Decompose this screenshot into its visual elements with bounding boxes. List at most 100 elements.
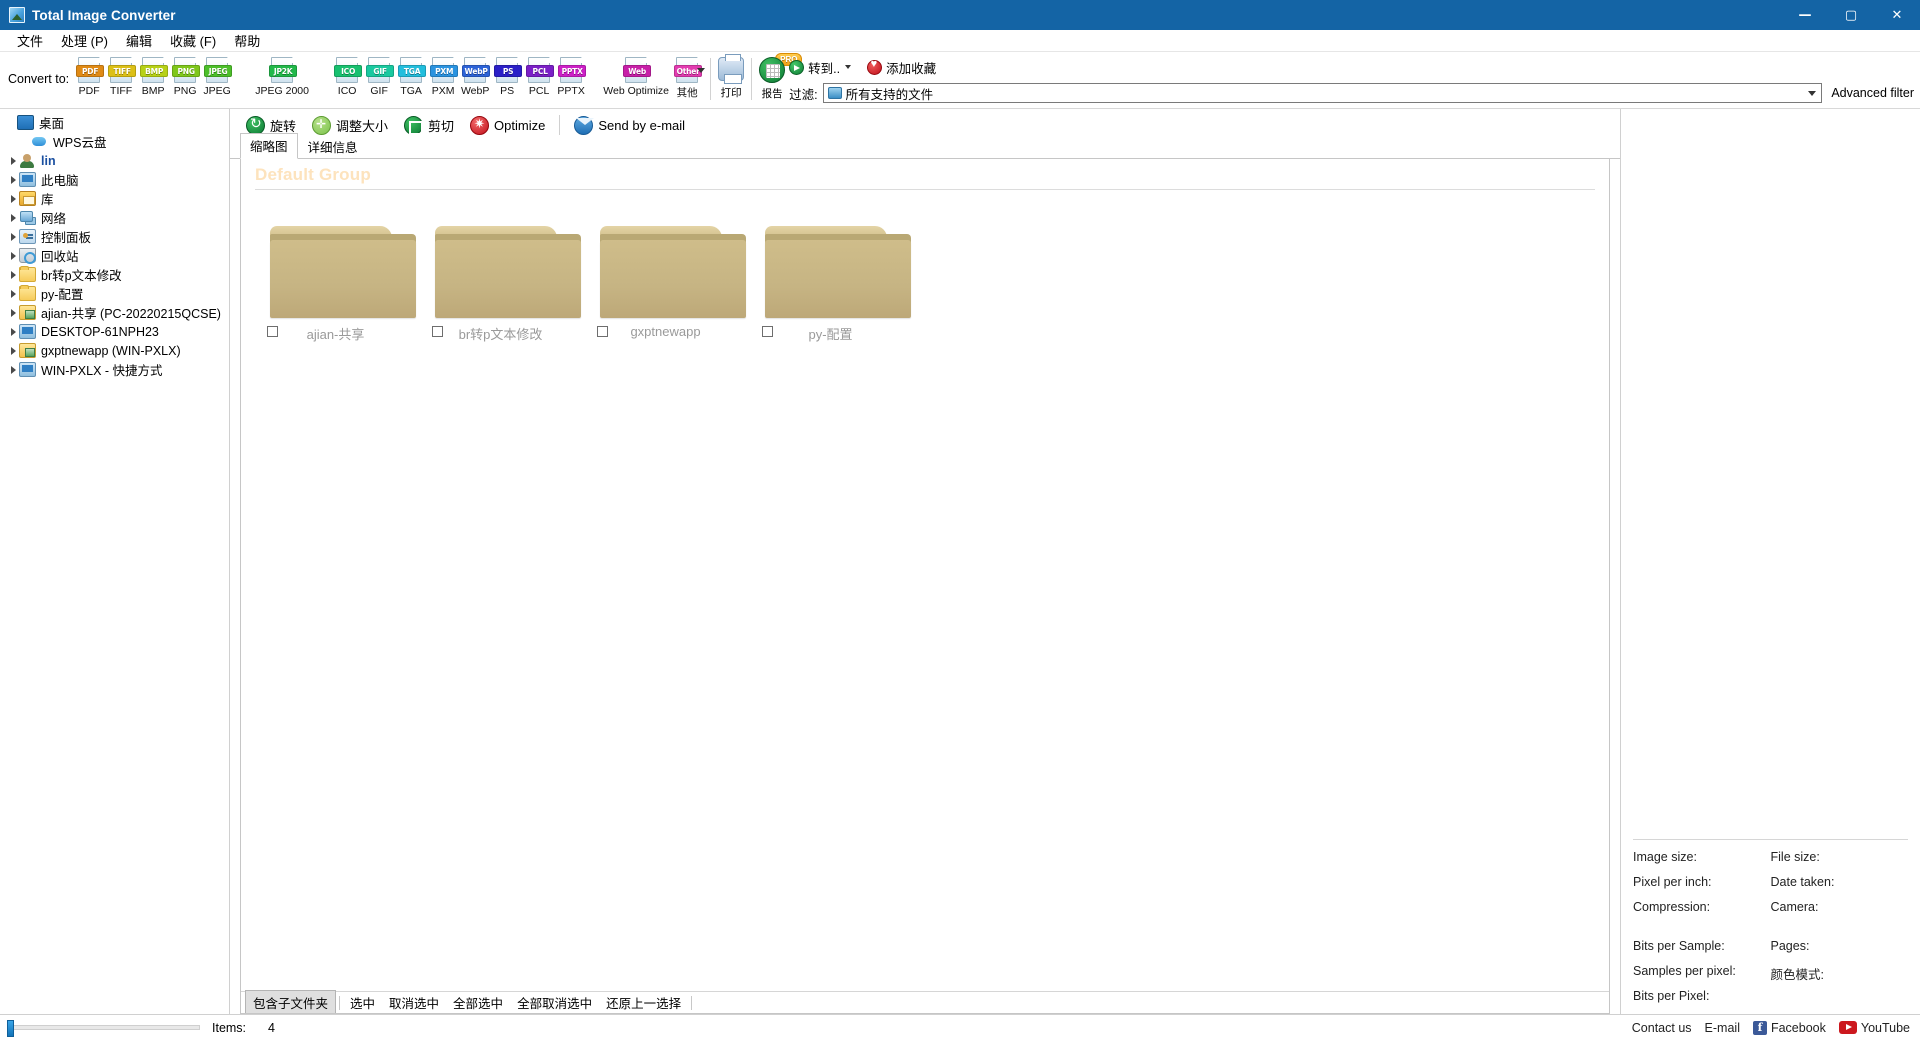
print-button[interactable]: 打印	[718, 57, 744, 100]
goto-label[interactable]: 转到..	[808, 58, 840, 77]
tab-details[interactable]: 详细信息	[298, 134, 368, 159]
chevron-down-icon[interactable]	[845, 65, 851, 69]
expander-icon[interactable]	[8, 195, 19, 203]
deselect-button[interactable]: 取消选中	[382, 991, 446, 1014]
format-button-pptx[interactable]: PPTX PPTX	[556, 57, 586, 97]
format-button-jpeg[interactable]: JPEG JPEG	[202, 57, 232, 97]
format-button-pxm[interactable]: PXM PXM	[428, 57, 458, 97]
email-link[interactable]: E-mail	[1705, 1021, 1740, 1035]
network-icon	[19, 210, 36, 225]
progress-slider[interactable]	[0, 1025, 200, 1030]
close-button[interactable]: ✕	[1874, 0, 1920, 30]
format-button-webp[interactable]: WebP WebP	[460, 57, 490, 97]
file-list-pane[interactable]: Default Group ajian-共享 br转p文本修改	[240, 159, 1610, 1014]
format-button-jpeg2000[interactable]: JP2K JPEG 2000	[248, 57, 316, 97]
chevron-down-icon[interactable]	[697, 68, 705, 73]
chevron-down-icon[interactable]	[1808, 91, 1816, 96]
sidebar-item-desktop-61nph23[interactable]: DESKTOP-61NPH23	[0, 322, 229, 341]
thumbnail-item[interactable]: gxptnewapp	[583, 204, 748, 354]
goto-row: 转到.. 添加收藏	[785, 56, 1916, 78]
format-badge: PXM	[430, 65, 458, 77]
thumbnail-grid: ajian-共享 br转p文本修改 gxptnewapp	[241, 190, 1609, 354]
format-button-pcl[interactable]: PCL PCL	[524, 57, 554, 97]
sidebar-item-lin[interactable]: lin	[0, 151, 229, 170]
youtube-link[interactable]: YouTube	[1839, 1021, 1910, 1035]
tab-thumbnails[interactable]: 缩略图	[240, 133, 298, 159]
sidebar-item-label: 此电脑	[41, 170, 79, 189]
sidebar-item-ajian-share[interactable]: ajian-共享 (PC-20220215QCSE)	[0, 303, 229, 322]
sidebar-item-wps-cloud[interactable]: WPS云盘	[0, 132, 229, 151]
menu-item-file[interactable]: 文件	[8, 29, 52, 52]
add-favorite-label[interactable]: 添加收藏	[886, 58, 936, 77]
sidebar-item-label: WIN-PXLX - 快捷方式	[41, 360, 163, 379]
sidebar-item-br-to-p[interactable]: br转p文本修改	[0, 265, 229, 284]
menu-item-help[interactable]: 帮助	[225, 29, 269, 52]
format-button-web-optimize[interactable]: Web Web Optimize	[602, 57, 670, 97]
facebook-link[interactable]: f Facebook	[1753, 1021, 1826, 1035]
thumbnail-item[interactable]: py-配置	[748, 204, 913, 354]
sidebar-item-desktop[interactable]: 桌面	[0, 113, 229, 132]
sidebar-item-win-pxlx-shortcut[interactable]: WIN-PXLX - 快捷方式	[0, 360, 229, 379]
sidebar-item-py-config[interactable]: py-配置	[0, 284, 229, 303]
advanced-filter-link[interactable]: Advanced filter	[1827, 86, 1916, 100]
format-button-tiff[interactable]: TIFF TIFF	[106, 57, 136, 97]
minimize-button[interactable]: —	[1782, 0, 1828, 30]
format-button-pdf[interactable]: PDF PDF	[74, 57, 104, 97]
sidebar-item-network[interactable]: 网络	[0, 208, 229, 227]
menu-item-process[interactable]: 处理 (P)	[52, 29, 117, 52]
select-button[interactable]: 选中	[343, 991, 382, 1014]
select-all-button[interactable]: 全部选中	[446, 991, 510, 1014]
print-label: 打印	[721, 85, 742, 100]
sidebar-item-library[interactable]: 库	[0, 189, 229, 208]
format-caption: PCL	[529, 85, 549, 97]
expander-icon[interactable]	[8, 328, 19, 336]
sidebar-item-control-panel[interactable]: 控制面板	[0, 227, 229, 246]
include-subfolders-button[interactable]: 包含子文件夹	[245, 990, 336, 1014]
restore-previous-selection-button[interactable]: 还原上一选择	[599, 991, 688, 1014]
deselect-all-button[interactable]: 全部取消选中	[510, 991, 599, 1014]
expander-icon[interactable]	[8, 366, 19, 374]
contact-us-link[interactable]: Contact us	[1632, 1021, 1692, 1035]
title-bar: Total Image Converter — ▢ ✕	[0, 0, 1920, 30]
expander-icon[interactable]	[8, 252, 19, 260]
format-button-other[interactable]: Other 其他	[672, 57, 702, 100]
format-button-ps[interactable]: PS PS	[492, 57, 522, 97]
format-button-gif[interactable]: GIF GIF	[364, 57, 394, 97]
property-row: Samples per pixel: 颜色模式:	[1633, 964, 1908, 989]
format-badge: JP2K	[269, 65, 297, 77]
format-button-png[interactable]: PNG PNG	[170, 57, 200, 97]
expander-icon[interactable]	[8, 233, 19, 241]
expander-icon[interactable]	[8, 290, 19, 298]
report-icon	[759, 57, 785, 83]
format-caption: Web Optimize	[603, 85, 669, 97]
expander-icon[interactable]	[8, 214, 19, 222]
maximize-button[interactable]: ▢	[1828, 0, 1874, 30]
expander-icon[interactable]	[8, 347, 19, 355]
filter-combobox[interactable]: 所有支持的文件	[823, 83, 1823, 103]
thumbnail-item[interactable]: br转p文本修改	[418, 204, 583, 354]
report-button[interactable]: PRO 报告	[759, 57, 785, 101]
send-by-email-button[interactable]: Send by e-mail	[568, 114, 691, 137]
format-button-bmp[interactable]: BMP BMP	[138, 57, 168, 97]
window-title: Total Image Converter	[32, 8, 176, 23]
expander-icon[interactable]	[8, 157, 19, 165]
image-preview-area[interactable]	[1621, 109, 1920, 839]
action-label: 调整大小	[336, 116, 388, 135]
progress-knob[interactable]	[7, 1020, 14, 1037]
sidebar-item-gxptnewapp[interactable]: gxptnewapp (WIN-PXLX)	[0, 341, 229, 360]
thumbnail-label: py-配置	[748, 324, 913, 343]
format-button-list: PDF PDF TIFF TIFF BMP BMP PNG PNG JPEG J…	[73, 52, 703, 100]
crop-button[interactable]: 剪切	[398, 114, 460, 137]
menu-item-edit[interactable]: 编辑	[117, 29, 161, 52]
sidebar-item-this-pc[interactable]: 此电脑	[0, 170, 229, 189]
format-button-tga[interactable]: TGA TGA	[396, 57, 426, 97]
thumbnail-item[interactable]: ajian-共享	[253, 204, 418, 354]
sidebar-item-recycle-bin[interactable]: 回收站	[0, 246, 229, 265]
expander-icon[interactable]	[8, 176, 19, 184]
expander-icon[interactable]	[8, 309, 19, 317]
expander-icon[interactable]	[8, 271, 19, 279]
format-button-ico[interactable]: ICO ICO	[332, 57, 362, 97]
menu-item-favorites[interactable]: 收藏 (F)	[161, 29, 225, 52]
folder-tree-sidebar[interactable]: 桌面 WPS云盘 lin 此电脑 库 网络	[0, 109, 230, 1014]
optimize-button[interactable]: Optimize	[464, 114, 551, 137]
